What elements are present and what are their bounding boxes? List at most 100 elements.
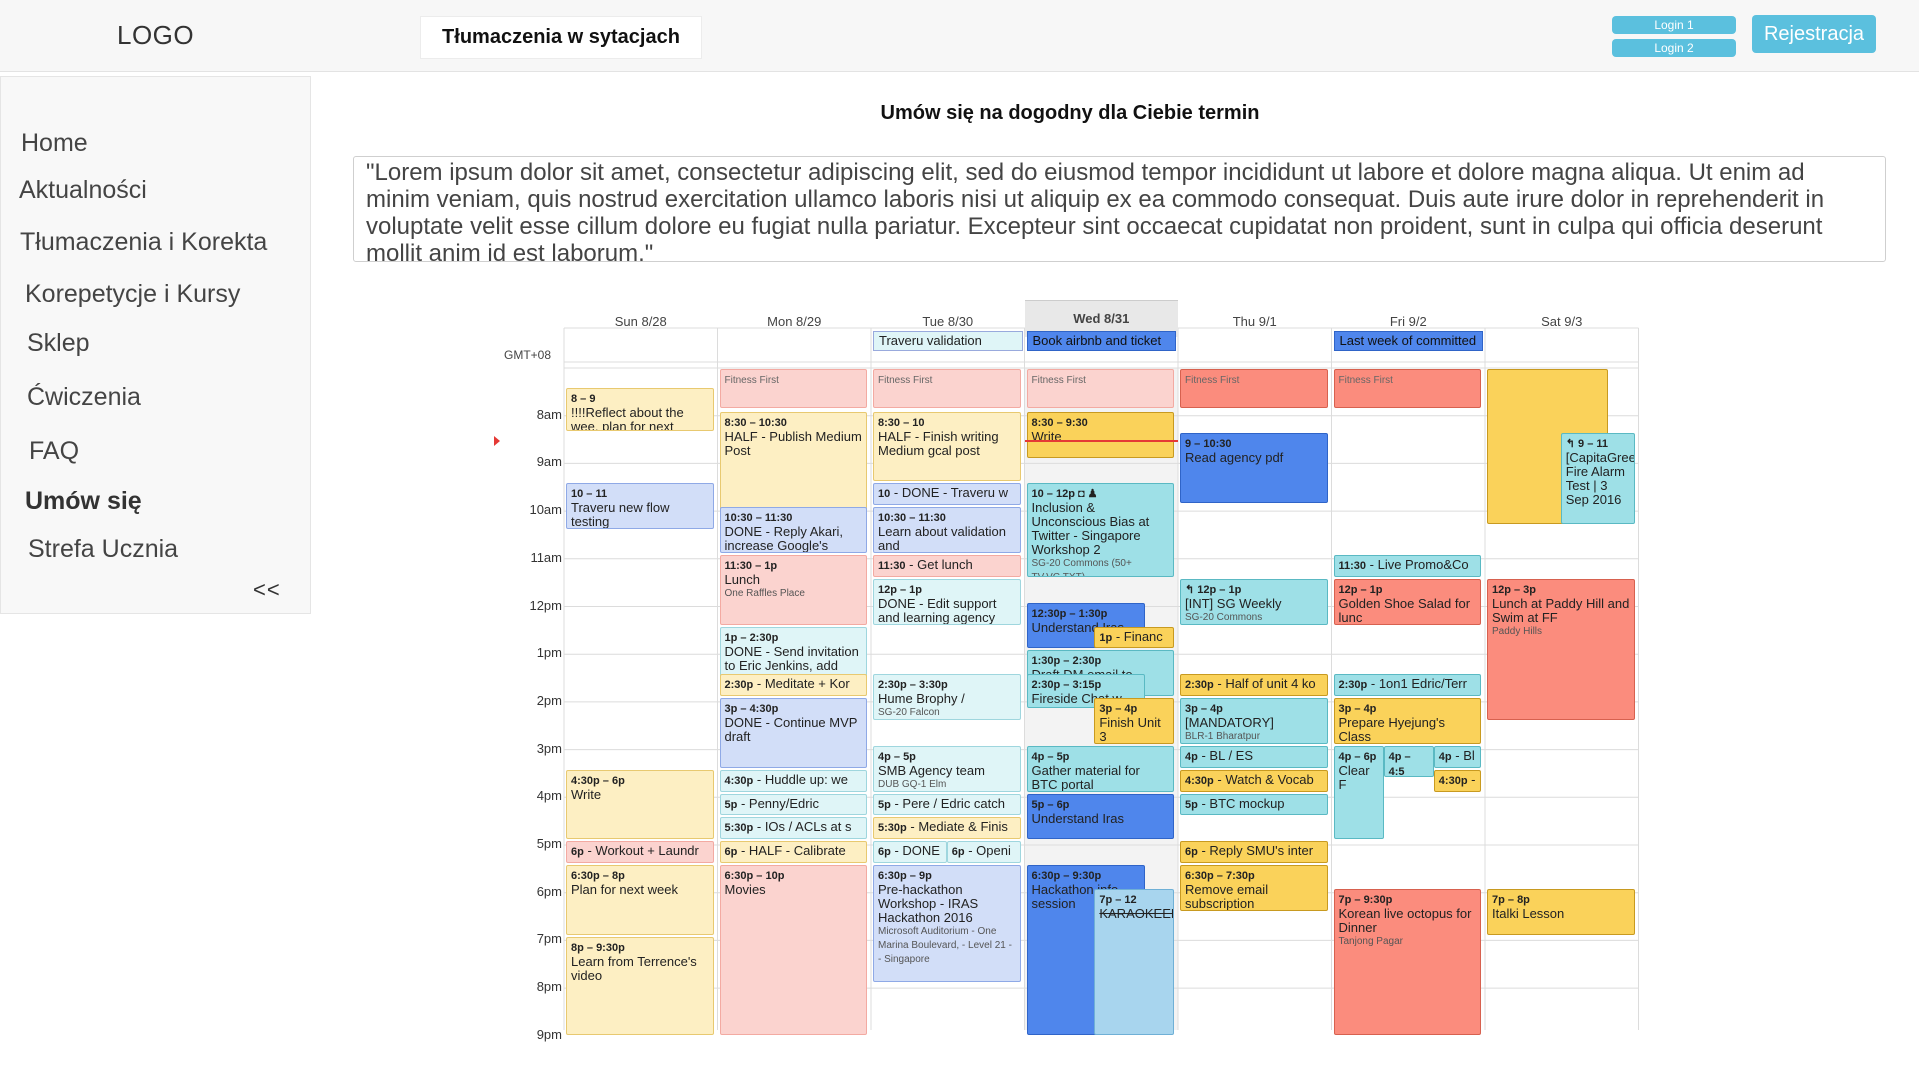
translations-link[interactable]: Tłumaczenia w sytacjach xyxy=(420,16,702,59)
collapse-sidebar-button[interactable]: << xyxy=(253,577,281,603)
sidebar-item-home[interactable]: Home xyxy=(21,129,88,158)
calendar-event[interactable]: 8 – 9 !!!!Reflect about the wee, plan for… xyxy=(566,388,714,432)
event-time: 6:30p – 10p xyxy=(724,870,785,883)
calendar-event[interactable]: 4p – 5p Gather material for BTC portal xyxy=(1026,745,1174,792)
sidebar-item-exercises[interactable]: Ćwiczenia xyxy=(27,383,141,412)
event-title: - Workout + Laundr xyxy=(587,843,699,859)
calendar-event[interactable]: 8p – 9:30p Learn from Terrence's video xyxy=(566,936,714,1035)
calendar-event[interactable]: 7p – 8p Italki Lesson xyxy=(1487,888,1635,935)
event-time: 4p xyxy=(1185,750,1198,763)
calendar-event[interactable]: 2:30p – 3:30p Hume Brophy / SG-20 Falcon xyxy=(873,674,1021,720)
calendar-event[interactable]: 7p – 12KARAOKEEEE xyxy=(1094,888,1174,1035)
calendar-event[interactable]: 3p – 4p [MANDATORY] BLR-1 Bharatpur xyxy=(1180,698,1328,744)
calendar-event[interactable]: Fitness First xyxy=(1026,369,1174,408)
event-time: 1p – 2:30p xyxy=(724,631,779,644)
calendar-event[interactable]: 8:30 – 9:30 Write xyxy=(1026,411,1174,458)
calendar-event[interactable]: 10:30 – 11:30 Learn about validation and xyxy=(873,507,1021,554)
event-title: [MANDATORY] xyxy=(1185,715,1274,731)
calendar-event[interactable]: Fitness First xyxy=(1180,369,1328,408)
calendar-event[interactable]: 4:30p - xyxy=(1433,769,1481,792)
calendar-event[interactable]: ↰ 12p – 1p [INT] SG Weekly SG-20 Commons xyxy=(1180,578,1328,625)
calendar-event[interactable]: 10 – 11 Traveru new flow testing xyxy=(566,483,714,530)
calendar-event[interactable]: 12p – 3p Lunch at Paddy Hill and Swim at … xyxy=(1487,578,1635,720)
day-header[interactable]: Sun 8/28 xyxy=(564,304,718,340)
sidebar-item-faq[interactable]: FAQ xyxy=(29,437,79,466)
logo[interactable]: LOGO xyxy=(117,20,194,51)
calendar-event[interactable]: 4:30p - Watch & Vocab xyxy=(1180,769,1328,792)
sidebar-item-translations[interactable]: Tłumaczenia i Korekta xyxy=(20,228,267,257)
calendar-event[interactable]: 10:30 – 11:30 DONE - Reply Akari, increas… xyxy=(719,507,867,554)
sidebar-item-tutoring[interactable]: Korepetycje i Kursy xyxy=(25,280,240,309)
event-title: - Live Promo&Co xyxy=(1369,557,1469,573)
calendar-event[interactable]: Fitness First xyxy=(1333,369,1481,408)
calendar-event[interactable]: 10 - DONE - Traveru w xyxy=(873,483,1021,506)
calendar-event[interactable]: 5p – 6p Understand Iras xyxy=(1026,793,1174,840)
calendar-event[interactable]: 5:30p - Mediate & Finis xyxy=(873,817,1021,840)
day-header[interactable]: Sat 9/3 xyxy=(1485,304,1639,340)
calendar-event[interactable]: 5:30p - IOs / ACLs at s xyxy=(719,817,867,840)
calendar-event[interactable]: 11:30 – 1p Lunch One Raffles Place xyxy=(719,555,867,625)
calendar-event[interactable]: 4p - Bl xyxy=(1433,745,1481,768)
calendar-event[interactable]: 12p – 1p Golden Shoe Salad for lunc xyxy=(1333,578,1481,625)
event-time: 9 – 10:30 xyxy=(1185,438,1232,451)
register-button[interactable]: Rejestracja xyxy=(1752,15,1876,53)
calendar-event[interactable]: 10 – 12p ◘ ♟ Inclusion & Unconscious Bias… xyxy=(1026,483,1174,577)
login-1-button[interactable]: Login 1 xyxy=(1612,16,1736,34)
calendar-event[interactable]: 7p – 9:30p Korean live octopus for Dinner… xyxy=(1333,888,1481,1035)
calendar-event[interactable]: 4p – 5p SMB Agency team DUB GQ-1 Elm xyxy=(873,745,1021,792)
calendar-event[interactable]: 5p - Penny/Edric xyxy=(719,793,867,816)
calendar-event[interactable]: 2:30p - 1on1 Edric/Terr xyxy=(1333,674,1481,697)
event-time: 3p – 4p xyxy=(1099,703,1138,716)
calendar-event[interactable]: Fitness First xyxy=(719,369,867,408)
event-title: HALF - Finish writing Medium gcal post xyxy=(878,428,999,458)
calendar-event[interactable]: 6p - Openi xyxy=(946,841,1021,864)
event-location: DUB GQ-1 Elm xyxy=(878,778,947,790)
hour-label: 6pm xyxy=(536,883,562,899)
calendar-event[interactable]: 6:30p – 9p Pre-hackathon Workshop - IRAS … xyxy=(873,865,1021,983)
sidebar-item-news[interactable]: Aktualności xyxy=(19,176,147,205)
calendar-event[interactable]: 4:30p – 6p Write xyxy=(566,769,714,840)
calendar-event[interactable]: 5p - BTC mockup xyxy=(1180,793,1328,816)
calendar-event[interactable]: 4p – 6p Clear F xyxy=(1333,745,1384,840)
calendar-event[interactable]: 4p – 4:5#Library Lounge xyxy=(1383,745,1434,778)
event-time: 5p xyxy=(724,798,738,811)
calendar-event[interactable]: Fitness First xyxy=(873,369,1021,408)
day-header[interactable]: Mon 8/29 xyxy=(718,304,872,340)
sidebar-item-appointment[interactable]: Umów się xyxy=(25,487,142,516)
calendar-event[interactable]: 3p – 4:30p DONE - Continue MVP draft xyxy=(719,698,867,768)
calendar-event[interactable]: 6:30p – 10p Movies xyxy=(719,865,867,1035)
calendar-event[interactable]: 5p - Pere / Edric catch xyxy=(873,793,1021,816)
calendar-event[interactable]: 6p - DONE xyxy=(873,841,947,864)
calendar-event[interactable]: 6p - Reply SMU's inter xyxy=(1180,841,1328,864)
event-time: 4:30p xyxy=(1185,774,1214,787)
calendar-event[interactable]: 11:30 - Get lunch xyxy=(873,555,1021,577)
calendar-event[interactable]: 6p - HALF - Calibrate xyxy=(719,841,867,864)
calendar-event[interactable]: 3p – 4p Prepare Hyejung's Class xyxy=(1333,698,1481,744)
page-title: Umów się na dogodny dla Ciebie termin xyxy=(880,102,1260,124)
calendar-event[interactable]: 2:30p - Meditate + Kor xyxy=(719,674,867,697)
calendar-event[interactable]: 2:30p - Half of unit 4 ko xyxy=(1180,674,1328,697)
hour-label: 1pm xyxy=(536,645,562,661)
calendar-event[interactable]: 4:30p - Huddle up: we xyxy=(719,769,867,792)
calendar-event[interactable]: 9 – 10:30 Read agency pdf xyxy=(1180,433,1328,503)
calendar-event[interactable]: ↰ 9 – 11[CapitaGreen] Fire Alarm Test | … xyxy=(1560,433,1635,525)
calendar-event[interactable]: 1p - Financ xyxy=(1094,626,1174,649)
all-day-event[interactable]: Book airbnb and ticket xyxy=(1026,331,1176,351)
calendar-event[interactable]: 11:30 - Live Promo&Co xyxy=(1333,555,1481,577)
calendar-event[interactable]: 8:30 – 10 HALF - Finish writing Medium gc… xyxy=(873,411,1021,482)
login-2-button[interactable]: Login 2 xyxy=(1612,39,1736,57)
calendar-event[interactable]: 6:30p – 7:30p Remove email subscription xyxy=(1180,865,1328,911)
calendar-event[interactable]: 4p - BL / ES xyxy=(1180,745,1328,768)
event-title: Write xyxy=(1031,428,1062,444)
sidebar-item-student-zone[interactable]: Strefa Ucznia xyxy=(28,535,178,564)
all-day-event[interactable]: Traveru validation xyxy=(873,331,1023,351)
event-time: 5p – 6p xyxy=(1031,798,1070,811)
calendar-event[interactable]: 3p – 4p Finish Unit 3 xyxy=(1094,698,1174,744)
event-title: - HALF - Calibrate xyxy=(740,843,846,859)
sidebar-item-shop[interactable]: Sklep xyxy=(27,329,90,358)
day-header[interactable]: Thu 9/1 xyxy=(1178,304,1332,340)
calendar-event[interactable]: 6:30p – 8p Plan for next week xyxy=(566,865,714,935)
all-day-event[interactable]: Last week of committed xyxy=(1333,331,1483,351)
calendar-event[interactable]: 12p – 1p DONE - Edit support and learning… xyxy=(873,578,1021,625)
calendar-event[interactable]: 6p - Workout + Laundr xyxy=(566,841,714,864)
